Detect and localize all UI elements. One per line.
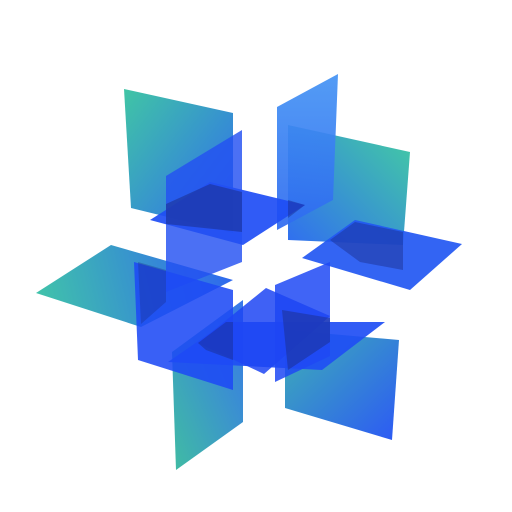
plane-lattice-icon (36, 74, 462, 470)
artwork-canvas (0, 0, 512, 512)
